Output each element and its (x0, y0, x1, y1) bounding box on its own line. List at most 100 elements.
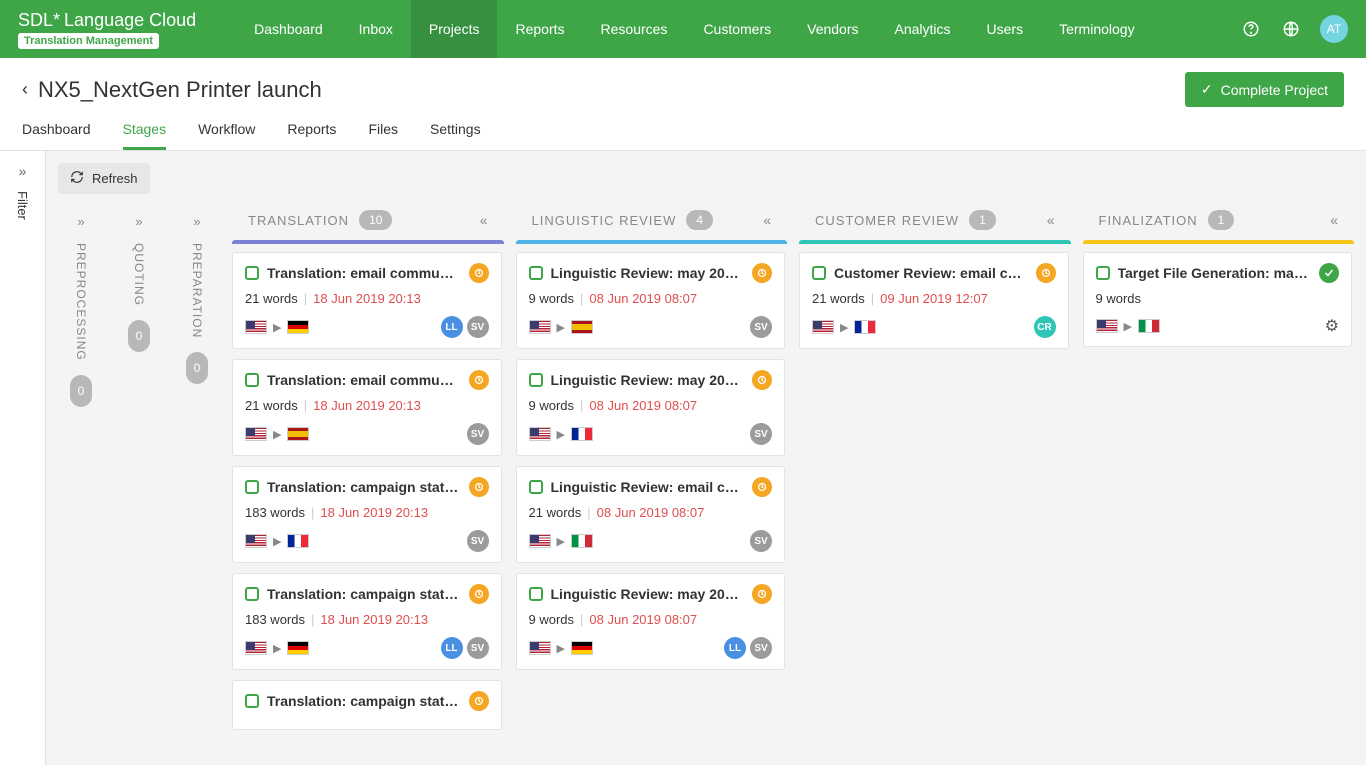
task-card[interactable]: Linguistic Review: may 2019 ca... 9 word… (516, 573, 786, 670)
refresh-button[interactable]: Refresh (58, 163, 150, 194)
nav-customers[interactable]: Customers (685, 0, 789, 58)
status-icon (752, 263, 772, 283)
checkbox-icon[interactable] (529, 373, 543, 387)
complete-project-button[interactable]: ✓ Complete Project (1185, 72, 1344, 107)
nav-inbox[interactable]: Inbox (341, 0, 411, 58)
assignee-chip[interactable]: SV (467, 637, 489, 659)
nav-terminology[interactable]: Terminology (1041, 0, 1152, 58)
task-card[interactable]: Linguistic Review: may 2019 ca... 9 word… (516, 359, 786, 456)
task-card[interactable]: Linguistic Review: may 2019 ca... 9 word… (516, 252, 786, 349)
expand-column-icon[interactable]: » (135, 214, 142, 229)
assignees: SV (467, 423, 489, 445)
subtab-stages[interactable]: Stages (123, 121, 167, 150)
assignee-chip[interactable]: LL (724, 637, 746, 659)
card-meta: 9 words | 08 Jun 2019 08:07 (529, 291, 773, 306)
nav-projects[interactable]: Projects (411, 0, 498, 58)
nav-reports[interactable]: Reports (497, 0, 582, 58)
task-card[interactable]: Translation: email communi... 21 words |… (232, 252, 502, 349)
collapse-column-icon[interactable]: « (480, 212, 488, 228)
column-count: 10 (359, 210, 392, 230)
task-card[interactable]: Customer Review: email comm... 21 words … (799, 252, 1069, 349)
assignee-chip[interactable]: SV (750, 316, 772, 338)
nav-users[interactable]: Users (969, 0, 1042, 58)
column-count: 1 (969, 210, 996, 230)
assignee-chip[interactable]: SV (750, 530, 772, 552)
assignee-chip[interactable]: SV (750, 637, 772, 659)
back-icon[interactable]: ‹ (22, 79, 28, 100)
project-title: NX5_NextGen Printer launch (38, 77, 322, 103)
card-date: 08 Jun 2019 08:07 (589, 291, 697, 306)
expand-filter-icon[interactable]: » (19, 163, 27, 179)
globe-icon[interactable] (1280, 18, 1302, 40)
task-card[interactable]: Target File Generation: may 20... 9 word… (1083, 252, 1353, 347)
nav-items: DashboardInboxProjectsReportsResourcesCu… (236, 0, 1152, 58)
task-card[interactable]: Translation: campaign stats.... 183 word… (232, 466, 502, 563)
subtab-files[interactable]: Files (368, 121, 398, 150)
expand-column-icon[interactable]: » (193, 214, 200, 229)
status-icon (469, 691, 489, 711)
nav-dashboard[interactable]: Dashboard (236, 0, 341, 58)
assignee-chip[interactable]: SV (467, 316, 489, 338)
card-list: Target File Generation: may 20... 9 word… (1083, 252, 1355, 760)
collapsed-column-quoting[interactable]: » QUOTING 0 (116, 206, 162, 760)
assignee-chip[interactable]: SV (467, 423, 489, 445)
card-words: 21 words (245, 398, 298, 413)
collapsed-column-preprocessing[interactable]: » PREPROCESSING 0 (58, 206, 104, 760)
arrow-icon: ▶ (557, 535, 565, 548)
checkbox-icon[interactable] (245, 694, 259, 708)
source-flag-icon (529, 427, 551, 441)
checkbox-icon[interactable] (245, 480, 259, 494)
task-card[interactable]: Translation: campaign stats.... (232, 680, 502, 730)
assignees: ⚙ (1325, 316, 1339, 336)
column-accent (516, 240, 788, 244)
assignee-chip[interactable]: SV (467, 530, 489, 552)
card-title: Linguistic Review: may 2019 ca... (551, 372, 745, 388)
nav-analytics[interactable]: Analytics (877, 0, 969, 58)
collapsed-column-preparation[interactable]: » PREPARATION 0 (174, 206, 220, 760)
collapsed-column-title: QUOTING (132, 243, 146, 306)
card-bottom: ▶ LLSV (529, 637, 773, 659)
checkbox-icon[interactable] (529, 587, 543, 601)
status-icon (1319, 263, 1339, 283)
target-flag-icon (287, 320, 309, 334)
card-meta: 21 words | 18 Jun 2019 20:13 (245, 291, 489, 306)
expand-column-icon[interactable]: » (77, 214, 84, 229)
task-card[interactable]: Translation: campaign stats.... 183 word… (232, 573, 502, 670)
checkbox-icon[interactable] (812, 266, 826, 280)
checkbox-icon[interactable] (529, 266, 543, 280)
filter-label: Filter (15, 191, 30, 220)
subtab-dashboard[interactable]: Dashboard (22, 121, 91, 150)
card-bottom: ▶ SV (529, 316, 773, 338)
user-avatar[interactable]: AT (1320, 15, 1348, 43)
checkbox-icon[interactable] (1096, 266, 1110, 280)
card-title: Translation: email communi... (267, 372, 461, 388)
nav-resources[interactable]: Resources (583, 0, 686, 58)
column-accent (799, 240, 1071, 244)
nav-vendors[interactable]: Vendors (789, 0, 876, 58)
collapse-column-icon[interactable]: « (1330, 212, 1338, 228)
board: Refresh » PREPROCESSING 0 » QUOTING 0 » PR… (46, 151, 1366, 765)
collapse-column-icon[interactable]: « (1047, 212, 1055, 228)
task-card[interactable]: Linguistic Review: email comm... 21 word… (516, 466, 786, 563)
assignee-chip[interactable]: CR (1034, 316, 1056, 338)
column-header: FINALIZATION 1 « (1083, 206, 1355, 240)
checkbox-icon[interactable] (529, 480, 543, 494)
assignee-chip[interactable]: LL (441, 316, 463, 338)
assignees: SV (467, 530, 489, 552)
task-card[interactable]: Translation: email communi... 21 words |… (232, 359, 502, 456)
subtab-settings[interactable]: Settings (430, 121, 481, 150)
column-finalization: FINALIZATION 1 « Target File Generation:… (1083, 206, 1355, 760)
source-flag-icon (245, 641, 267, 655)
help-icon[interactable] (1240, 18, 1262, 40)
source-flag-icon (812, 320, 834, 334)
checkbox-icon[interactable] (245, 266, 259, 280)
subtab-workflow[interactable]: Workflow (198, 121, 255, 150)
subtab-reports[interactable]: Reports (287, 121, 336, 150)
gear-icon[interactable]: ⚙ (1325, 316, 1339, 336)
collapse-column-icon[interactable]: « (763, 212, 771, 228)
checkbox-icon[interactable] (245, 373, 259, 387)
filter-rail[interactable]: » Filter (0, 151, 46, 765)
assignee-chip[interactable]: SV (750, 423, 772, 445)
assignee-chip[interactable]: LL (441, 637, 463, 659)
checkbox-icon[interactable] (245, 587, 259, 601)
